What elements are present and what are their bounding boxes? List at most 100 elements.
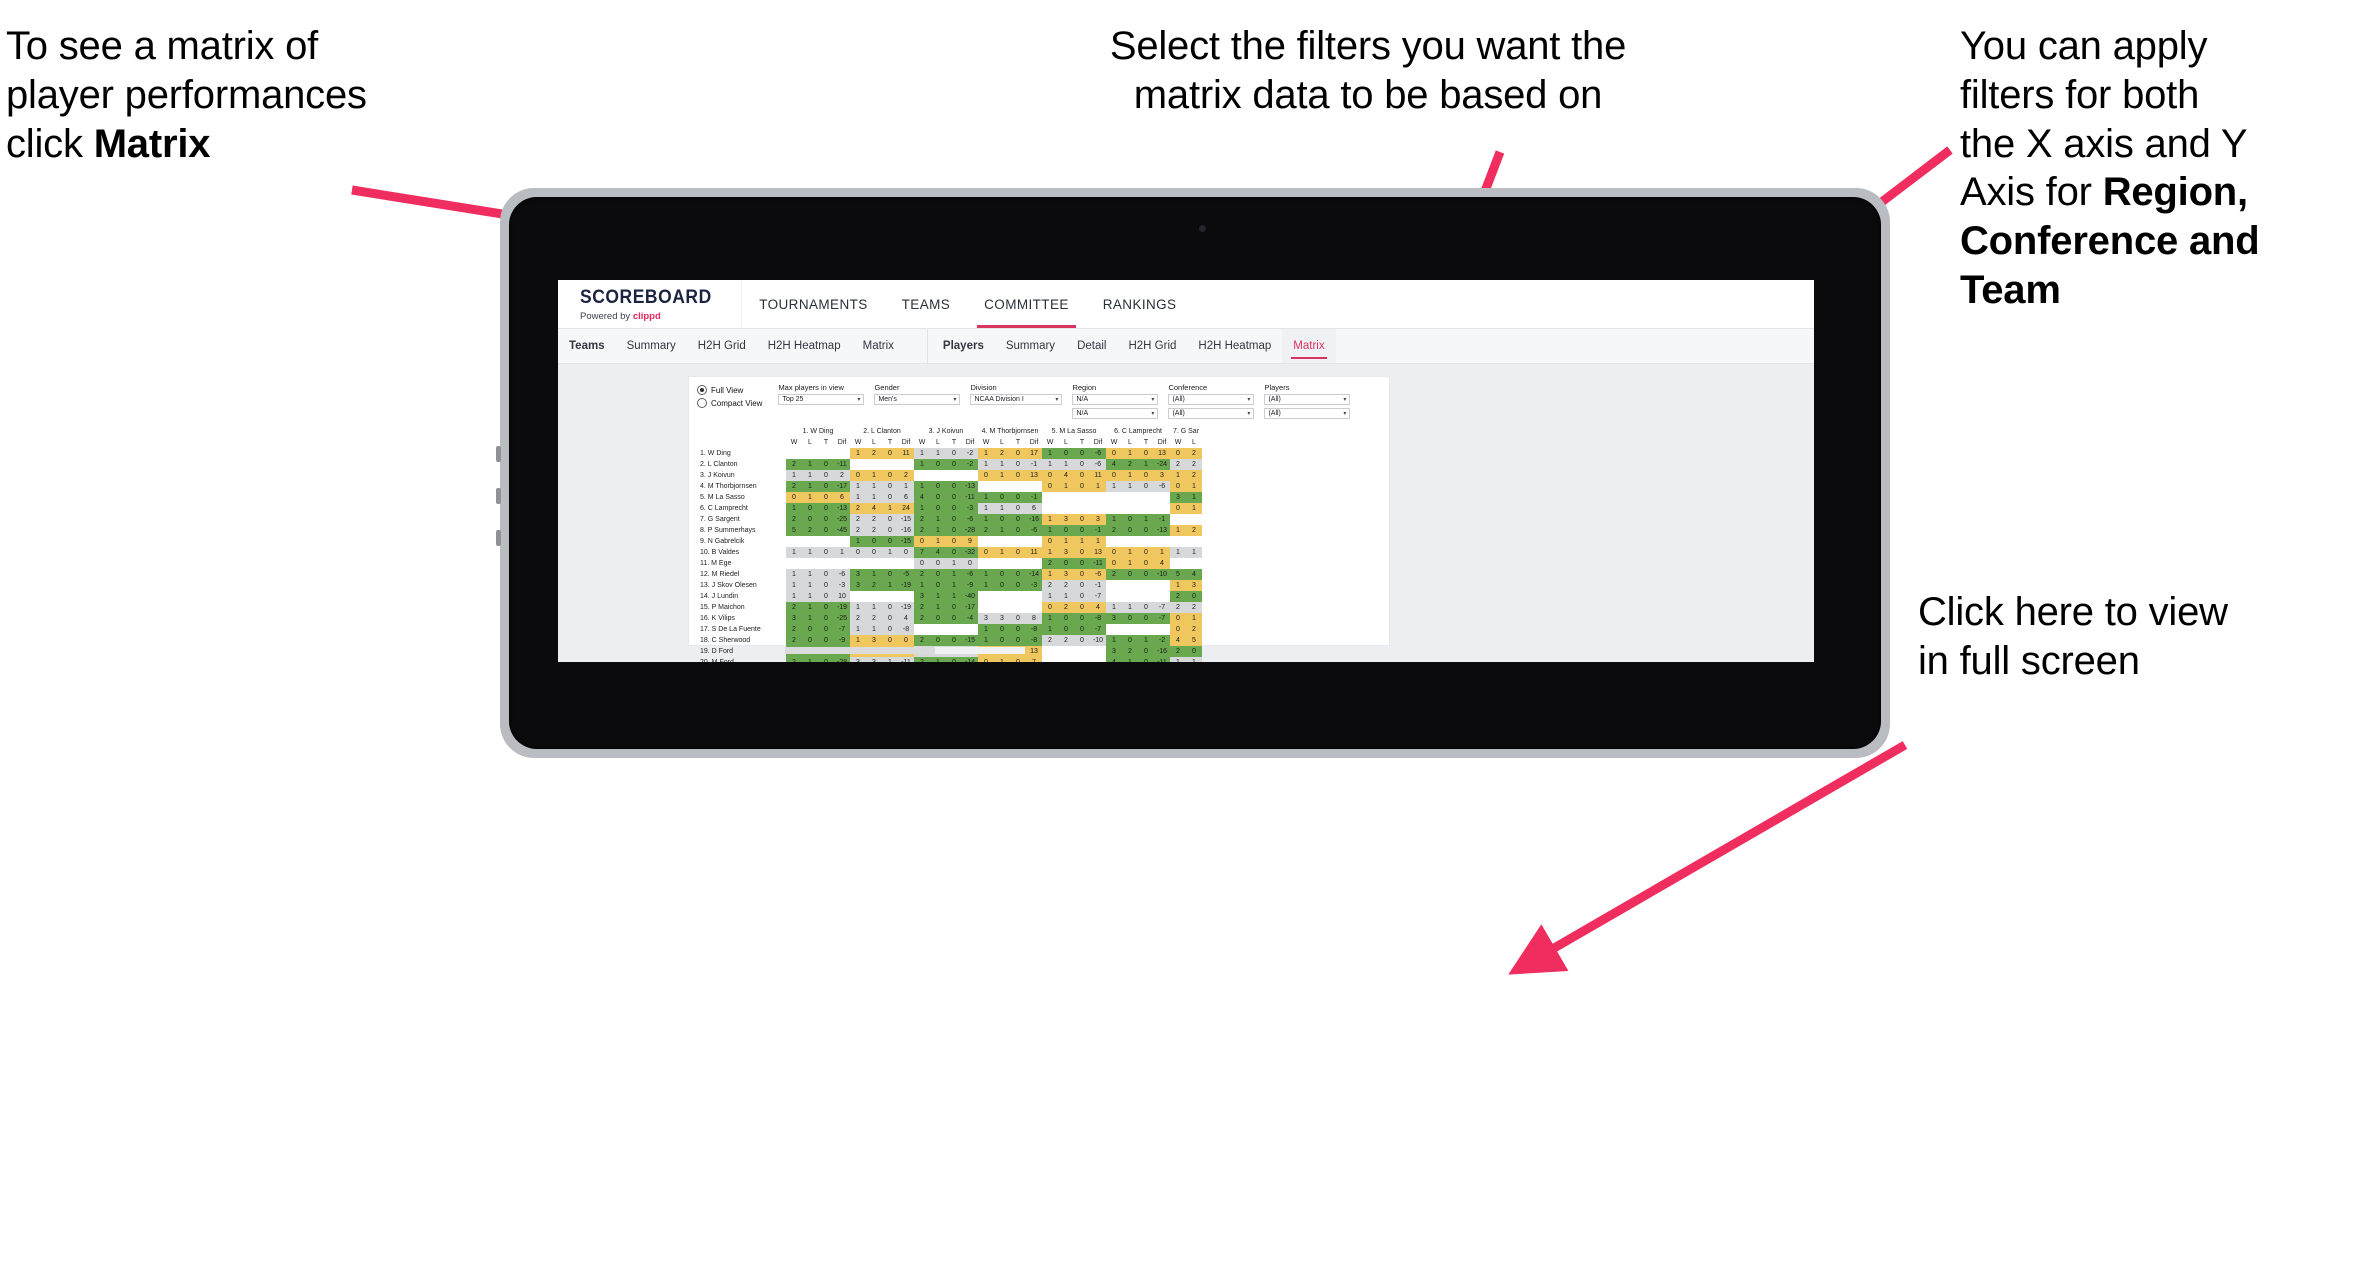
matrix-cell[interactable]	[1154, 492, 1170, 503]
select-division[interactable]: NCAA Division I ▾	[970, 394, 1063, 405]
matrix-cell[interactable]: -10	[1154, 569, 1170, 580]
matrix-cell[interactable]: 2	[1170, 459, 1186, 470]
matrix-cell[interactable]: 1	[978, 635, 994, 646]
matrix-cell[interactable]: -16	[1154, 646, 1170, 657]
matrix-cell[interactable]: 1	[946, 591, 962, 602]
matrix-cell[interactable]: 1	[1186, 481, 1202, 492]
matrix-cell[interactable]: 0	[1138, 470, 1154, 481]
matrix-cell[interactable]: 0	[1074, 624, 1090, 635]
matrix-cell[interactable]: 0	[1010, 624, 1026, 635]
matrix-cell[interactable]: 3	[1058, 514, 1074, 525]
matrix-cell[interactable]: 1	[882, 580, 898, 591]
matrix-cell[interactable]: 1	[1122, 470, 1138, 481]
matrix-cell[interactable]: 13	[1026, 470, 1042, 481]
matrix-cell[interactable]	[850, 591, 866, 602]
matrix-cell[interactable]: 3	[850, 657, 866, 662]
matrix-cell[interactable]: 0	[1042, 602, 1058, 613]
matrix-cell[interactable]: 3	[1106, 646, 1122, 657]
matrix-cell[interactable]: -32	[962, 547, 978, 558]
matrix-cell[interactable]: 1	[1042, 624, 1058, 635]
matrix-cell[interactable]: 1	[978, 624, 994, 635]
matrix-cell[interactable]: 0	[978, 470, 994, 481]
matrix-cell[interactable]: 1	[1122, 481, 1138, 492]
matrix-cell[interactable]: 0	[1010, 514, 1026, 525]
matrix-cell[interactable]: 1	[1042, 569, 1058, 580]
matrix-cell[interactable]: 0	[1122, 514, 1138, 525]
matrix-cell[interactable]: -1	[1154, 514, 1170, 525]
matrix-cell[interactable]: 0	[930, 580, 946, 591]
matrix-cell[interactable]: -7	[1154, 613, 1170, 624]
tab-players-h2h-grid[interactable]: H2H Grid	[1117, 329, 1187, 363]
matrix-cell[interactable]	[930, 624, 946, 635]
matrix-cell[interactable]: -17	[834, 481, 850, 492]
matrix-cell[interactable]	[850, 459, 866, 470]
matrix-cell[interactable]	[882, 558, 898, 569]
matrix-cell[interactable]: 0	[1010, 492, 1026, 503]
matrix-cell[interactable]: 1	[994, 503, 1010, 514]
matrix-cell[interactable]: 0	[1074, 525, 1090, 536]
matrix-cell[interactable]: 2	[1170, 591, 1186, 602]
matrix-cell[interactable]: -2	[962, 459, 978, 470]
matrix-cell[interactable]: 0	[946, 657, 962, 662]
matrix-cell[interactable]: 2	[866, 448, 882, 459]
matrix-cell[interactable]: 0	[1074, 591, 1090, 602]
tab-teams-summary[interactable]: Summary	[616, 329, 687, 363]
matrix-cell[interactable]: -16	[1026, 514, 1042, 525]
matrix-cell[interactable]: 2	[786, 624, 802, 635]
matrix-cell[interactable]: 1	[930, 536, 946, 547]
matrix-cell[interactable]: 2	[850, 525, 866, 536]
matrix-cell[interactable]: 1	[978, 569, 994, 580]
matrix-cell[interactable]	[1058, 646, 1074, 657]
matrix-cell[interactable]	[994, 481, 1010, 492]
matrix-cell[interactable]: 1	[802, 569, 818, 580]
tab-players-matrix[interactable]: Matrix	[1282, 329, 1336, 363]
matrix-cell[interactable]: 0	[1138, 602, 1154, 613]
matrix-cell[interactable]: 7	[1026, 657, 1042, 662]
matrix-cell[interactable]: 2	[866, 514, 882, 525]
matrix-cell[interactable]: -24	[1154, 459, 1170, 470]
matrix-cell[interactable]: 1	[1090, 481, 1106, 492]
matrix-cell[interactable]: 0	[818, 525, 834, 536]
matrix-cell[interactable]: 0	[1042, 536, 1058, 547]
tab-teams-h2h-heatmap[interactable]: H2H Heatmap	[757, 329, 852, 363]
matrix-cell[interactable]	[1026, 536, 1042, 547]
matrix-cell[interactable]	[1154, 536, 1170, 547]
matrix-cell[interactable]	[818, 558, 834, 569]
matrix-cell[interactable]: 0	[1122, 525, 1138, 536]
matrix-cell[interactable]: -8	[898, 624, 914, 635]
matrix-cell[interactable]: -1	[1090, 525, 1106, 536]
matrix-cell[interactable]	[866, 591, 882, 602]
matrix-cell[interactable]: 0	[1074, 569, 1090, 580]
brand-logo[interactable]: SCOREBOARD Powered by clippd	[558, 280, 743, 328]
matrix-cell[interactable]: 0	[914, 536, 930, 547]
table-row[interactable]: 2. L Clanton 2 1 0 -11 1 0 0 -2 1 1 0 -1 1 1 0 -6 4 2 1 -24 2…	[697, 459, 1202, 470]
matrix-cell[interactable]: 1	[1170, 657, 1186, 662]
matrix-cell[interactable]: -6	[1154, 481, 1170, 492]
matrix-cell[interactable]	[1186, 536, 1202, 547]
matrix-cell[interactable]: 0	[1170, 481, 1186, 492]
matrix-cell[interactable]: 2	[1042, 635, 1058, 646]
matrix-cell[interactable]: 13	[1090, 547, 1106, 558]
nav-item-teams[interactable]: TEAMS	[885, 280, 968, 328]
matrix-cell[interactable]	[930, 470, 946, 481]
matrix-cell[interactable]: -45	[834, 525, 850, 536]
matrix-cell[interactable]	[1106, 580, 1122, 591]
matrix-cell[interactable]: 3	[1090, 514, 1106, 525]
tablet-button[interactable]	[496, 530, 501, 546]
matrix-cell[interactable]: 0	[978, 657, 994, 662]
matrix-cell[interactable]: -7	[1154, 602, 1170, 613]
matrix-cell[interactable]: 0	[850, 547, 866, 558]
matrix-cell[interactable]: 1	[1058, 536, 1074, 547]
matrix-cell[interactable]	[1074, 646, 1090, 657]
matrix-cell[interactable]: 1	[802, 481, 818, 492]
matrix-cell[interactable]: 24	[898, 503, 914, 514]
matrix-cell[interactable]	[818, 448, 834, 459]
matrix-cell[interactable]: 2	[1122, 646, 1138, 657]
matrix-cell[interactable]: 3	[914, 591, 930, 602]
matrix-cell[interactable]	[1090, 657, 1106, 662]
matrix-cell[interactable]: 0	[1074, 635, 1090, 646]
matrix-cell[interactable]: 4	[1106, 657, 1122, 662]
matrix-cell[interactable]: 1	[850, 624, 866, 635]
tab-players-summary[interactable]: Summary	[995, 329, 1066, 363]
matrix-cell[interactable]	[1106, 492, 1122, 503]
